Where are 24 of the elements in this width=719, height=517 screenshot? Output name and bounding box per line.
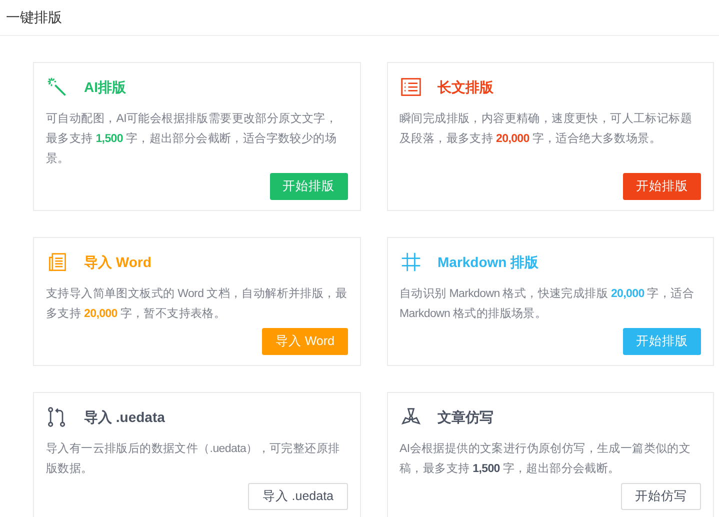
- card-title: 长文排版: [438, 78, 494, 96]
- action-button[interactable]: 开始排版: [623, 328, 701, 355]
- card-title: 导入 Word: [84, 252, 152, 272]
- list-icon: [400, 76, 422, 98]
- card-description: 瞬间完成排版，内容更精确，速度更快，可人工标记标题及段落，最多支持 20,000 字，适合绝大多数场景。: [400, 111, 694, 147]
- branch-icon: [46, 406, 68, 428]
- card-description: 自动识别 Markdown 格式，快速完成排版 20,000 字，适合 Markdown 格式的排版场景。: [400, 286, 696, 322]
- document-icon: [46, 251, 68, 273]
- card-description: AI会根据提供的文案进行伪原创仿写，生成一篇类似的文稿，最多支持 1,500 字，超出部分会截断。: [400, 441, 692, 477]
- card-title: 导入 .uedata: [84, 408, 165, 426]
- action-button[interactable]: 开始排版: [270, 173, 348, 200]
- hash-icon: [400, 251, 422, 273]
- card-title: 文章仿写: [438, 408, 494, 426]
- card-title: AI排版: [84, 78, 126, 96]
- action-button[interactable]: 开始仿写: [621, 483, 701, 510]
- action-button[interactable]: 导入 Word: [262, 328, 348, 355]
- card-description: 支持导入简单图文板式的 Word 文档，自动解析并排版，最多支持 20,000 字，暂不支持表格。: [46, 286, 348, 322]
- card-title: Markdown 排版: [438, 252, 539, 272]
- action-button[interactable]: 开始排版: [623, 173, 701, 200]
- magic-wand-icon: [46, 76, 68, 98]
- card-description: 可自动配图，AI可能会根据排版需要更改部分原文文字，最多支持 1,500 字，超出部分会截断，适合字数较少的场景。: [46, 111, 338, 167]
- card-description: 导入有一云排版后的数据文件（.uedata），可完整还原排版数据。: [46, 441, 341, 477]
- action-button[interactable]: 导入 .uedata: [248, 483, 348, 510]
- page-title: 一键排版: [6, 8, 62, 27]
